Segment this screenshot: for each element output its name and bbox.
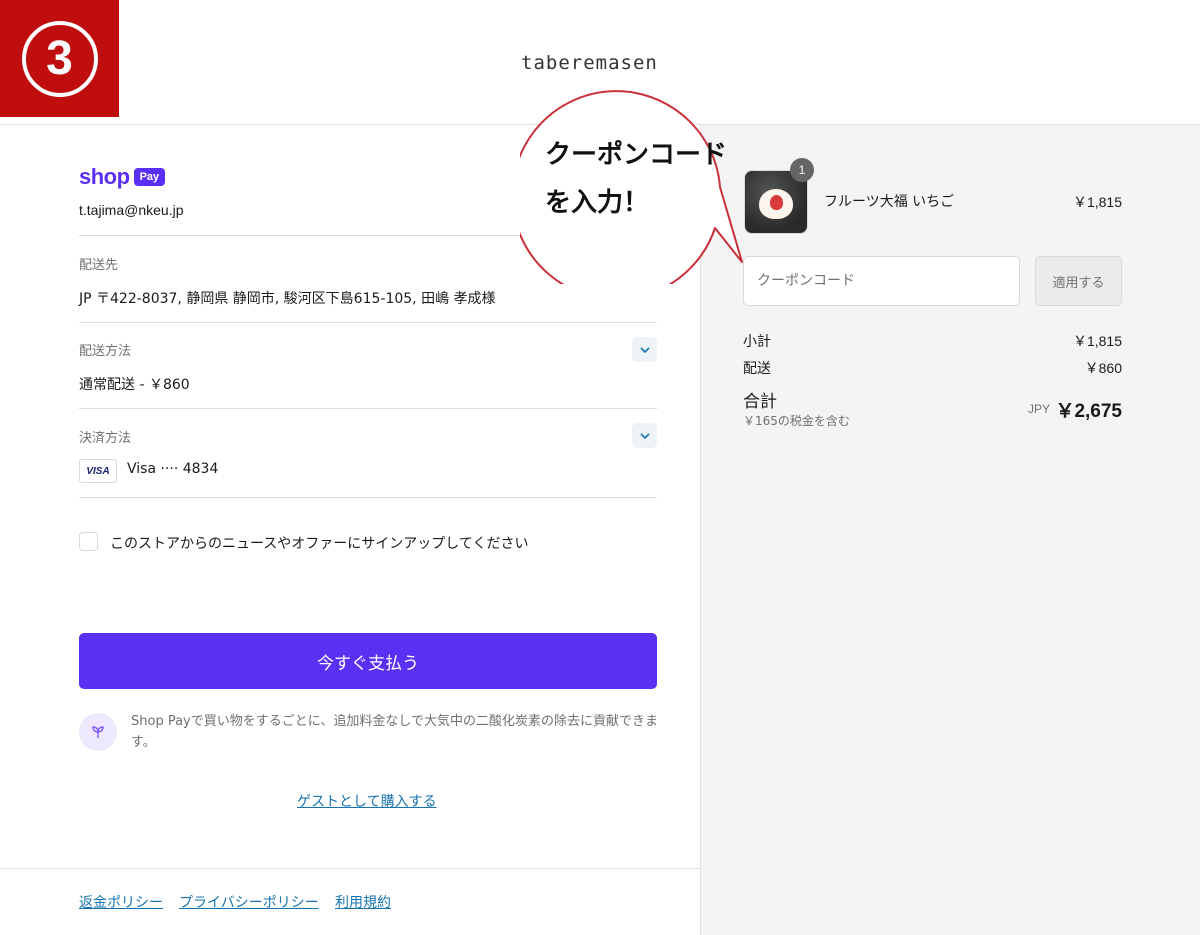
order-summary (700, 125, 1200, 935)
privacy-policy-link[interactable]: プライバシーポリシー (179, 892, 319, 912)
shipping-address: JP 〒422-8037, 静岡県 静岡市, 駿河区下島615-105, 田嶋 … (79, 291, 496, 307)
currency-code: JPY (1027, 402, 1050, 416)
account-email: t.tajima@nkeu.jp (79, 202, 184, 218)
callout-bubble (520, 90, 743, 284)
footer-divider (0, 868, 700, 869)
terms-of-service-link[interactable]: 利用規約 (335, 892, 391, 912)
callout-line-2: を入力！ (545, 188, 650, 218)
delivery-method-value: 通常配送 - ￥860 (79, 377, 190, 393)
card-summary: Visa ···· 4834 (127, 461, 219, 477)
shipping-address-label: 配送先 (79, 258, 119, 273)
pay-now-button[interactable]: 今すぐ支払う (79, 633, 657, 689)
payment-method-label: 決済方法 (79, 431, 132, 446)
quantity-badge: 1 (790, 158, 814, 182)
chevron-down-icon[interactable] (632, 423, 657, 448)
delivery-method-label: 配送方法 (79, 344, 132, 359)
newsletter-checkbox[interactable] (79, 532, 98, 551)
refund-policy-link[interactable]: 返金ポリシー (79, 892, 163, 912)
checkout-page: 3 taberemasen 1 フルーツ大福 いちご ￥1,815 適用する 小… (0, 0, 1200, 935)
shop-pay-word: shop (79, 164, 130, 189)
subtotal-value: ￥1,815 (1072, 333, 1122, 349)
tax-note: ￥165の税金を含む (743, 414, 850, 428)
subtotal-label: 小計 (743, 334, 771, 350)
apply-coupon-button[interactable]: 適用する (1035, 256, 1122, 306)
shop-pay-logo: shop Pay (79, 164, 166, 190)
divider (79, 408, 657, 409)
coupon-input[interactable] (743, 256, 1020, 306)
step-badge: 3 (0, 0, 119, 117)
visa-card-icon: VISA (79, 459, 117, 483)
divider (79, 497, 657, 498)
product-price: ￥1,815 (1072, 194, 1122, 210)
newsletter-label[interactable]: このストアからのニュースやオファーにサインアップしてください (110, 533, 528, 553)
shop-pay-badge: Pay (133, 168, 166, 186)
sprout-icon (79, 713, 117, 751)
total-value: ￥2,675 (1055, 401, 1122, 422)
chevron-down-icon[interactable] (632, 337, 657, 362)
step-number: 3 (21, 20, 98, 97)
product-name: フルーツ大福 いちご (824, 194, 955, 210)
callout-line-1: クーポンコード (545, 140, 728, 170)
total-label: 合計 (743, 392, 777, 412)
guest-checkout-link[interactable]: ゲストとして購入する (297, 791, 437, 811)
divider (79, 322, 657, 323)
shipping-cost-value: ￥860 (1084, 360, 1122, 376)
shipping-cost-label: 配送 (743, 361, 771, 377)
carbon-removal-note: Shop Payで買い物をするごとに、追加料金なしで大気中の二酸化炭素の除去に貢… (131, 714, 658, 750)
